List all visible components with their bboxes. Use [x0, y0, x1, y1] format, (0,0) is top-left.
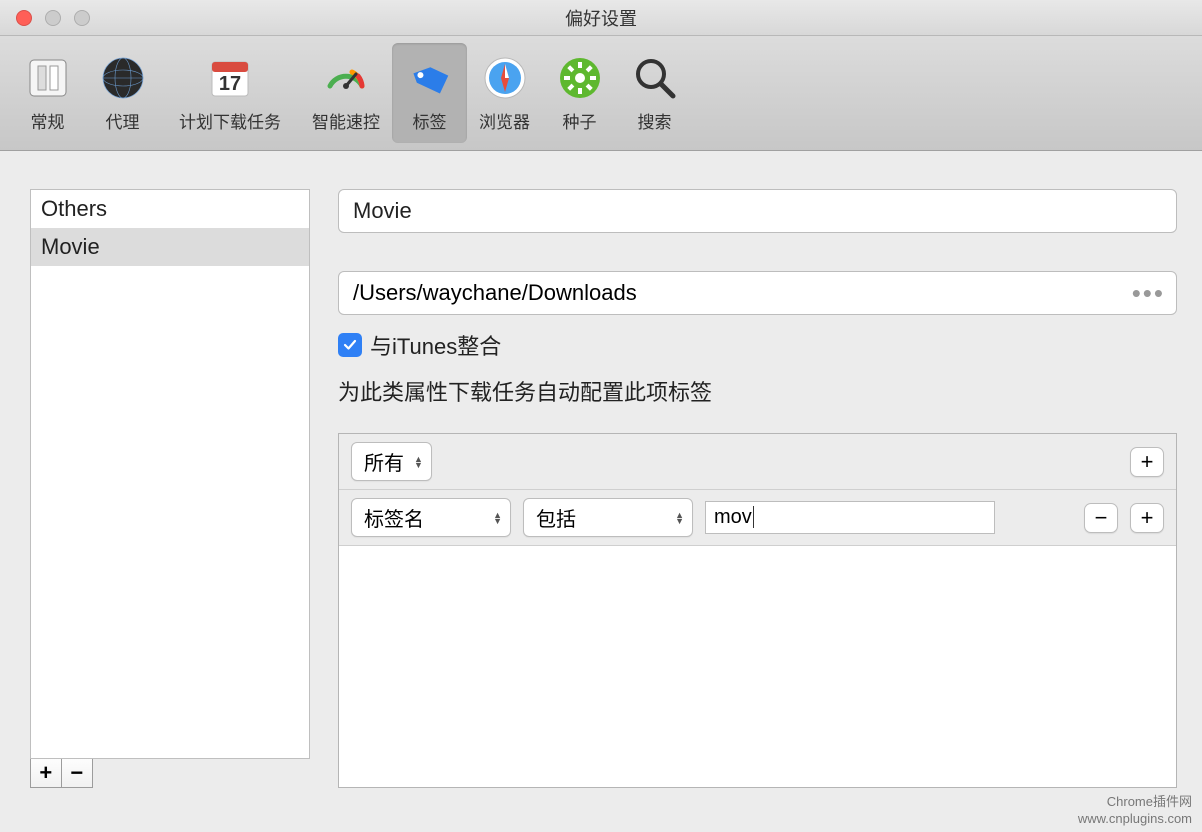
gear-icon — [556, 54, 604, 102]
window-title: 偏好设置 — [0, 5, 1202, 31]
tags-list[interactable]: Others Movie — [30, 189, 310, 759]
add-tag-button[interactable]: + — [31, 759, 62, 787]
itunes-checkbox[interactable] — [338, 333, 362, 357]
calendar-icon: 17 — [206, 54, 254, 102]
tab-browser[interactable]: 浏览器 — [467, 43, 542, 143]
tab-proxy[interactable]: 代理 — [85, 43, 160, 143]
operator-select[interactable]: 包括 ▲▼ — [523, 498, 693, 537]
svg-text:17: 17 — [219, 73, 241, 95]
tab-label: 代理 — [106, 108, 140, 133]
tag-name-input[interactable]: Movie — [338, 189, 1177, 233]
list-controls: + − — [30, 759, 93, 788]
tab-label: 浏览器 — [479, 108, 530, 133]
search-icon — [631, 54, 679, 102]
gauge-icon — [322, 54, 370, 102]
content-area: Others Movie + − Movie /Users/waychane/D… — [0, 151, 1202, 788]
list-item[interactable]: Movie — [31, 228, 309, 266]
titlebar: 偏好设置 — [0, 0, 1202, 36]
scope-select[interactable]: 所有 ▲▼ — [351, 442, 432, 481]
tab-tags[interactable]: 标签 — [392, 43, 467, 143]
add-rule-button[interactable]: + — [1130, 503, 1164, 533]
download-path-input[interactable]: /Users/waychane/Downloads — [338, 271, 1177, 315]
tab-speed[interactable]: 智能速控 — [300, 43, 392, 143]
remove-tag-button[interactable]: − — [62, 759, 92, 787]
globe-icon — [99, 54, 147, 102]
filter-value-input[interactable]: mov — [705, 501, 995, 534]
chevron-updown-icon: ▲▼ — [675, 512, 684, 524]
tag-icon — [406, 54, 454, 102]
tab-scheduler[interactable]: 17 计划下载任务 — [160, 43, 300, 143]
rules-editor: 所有 ▲▼ + 标签名 ▲▼ 包括 ▲▼ mov — [338, 433, 1177, 788]
switch-icon — [24, 54, 72, 102]
tab-search[interactable]: 搜索 — [617, 43, 692, 143]
tab-label: 搜索 — [638, 108, 672, 133]
chevron-updown-icon: ▲▼ — [493, 512, 502, 524]
tab-label: 计划下载任务 — [179, 108, 281, 133]
add-group-button[interactable]: + — [1130, 447, 1164, 477]
compass-icon — [481, 54, 529, 102]
tab-seed[interactable]: 种子 — [542, 43, 617, 143]
field-select[interactable]: 标签名 ▲▼ — [351, 498, 511, 537]
chevron-updown-icon: ▲▼ — [414, 456, 423, 468]
itunes-label: 与iTunes整合 — [370, 329, 501, 361]
description-text: 为此类属性下载任务自动配置此项标签 — [338, 375, 1177, 407]
browse-path-button[interactable]: ••• — [1132, 278, 1165, 309]
tab-label: 常规 — [31, 108, 65, 133]
preferences-toolbar: 常规 代理 17 计划下载任务 智能速控 标签 浏览器 种子 — [0, 36, 1202, 151]
list-item[interactable]: Others — [31, 190, 309, 228]
tab-label: 标签 — [413, 108, 447, 133]
rules-body — [339, 546, 1176, 787]
footer-credit: Chrome插件网 www.cnplugins.com — [1078, 794, 1192, 828]
tab-label: 智能速控 — [312, 108, 380, 133]
tab-general[interactable]: 常规 — [10, 43, 85, 143]
remove-rule-button[interactable]: − — [1084, 503, 1118, 533]
tab-label: 种子 — [563, 108, 597, 133]
